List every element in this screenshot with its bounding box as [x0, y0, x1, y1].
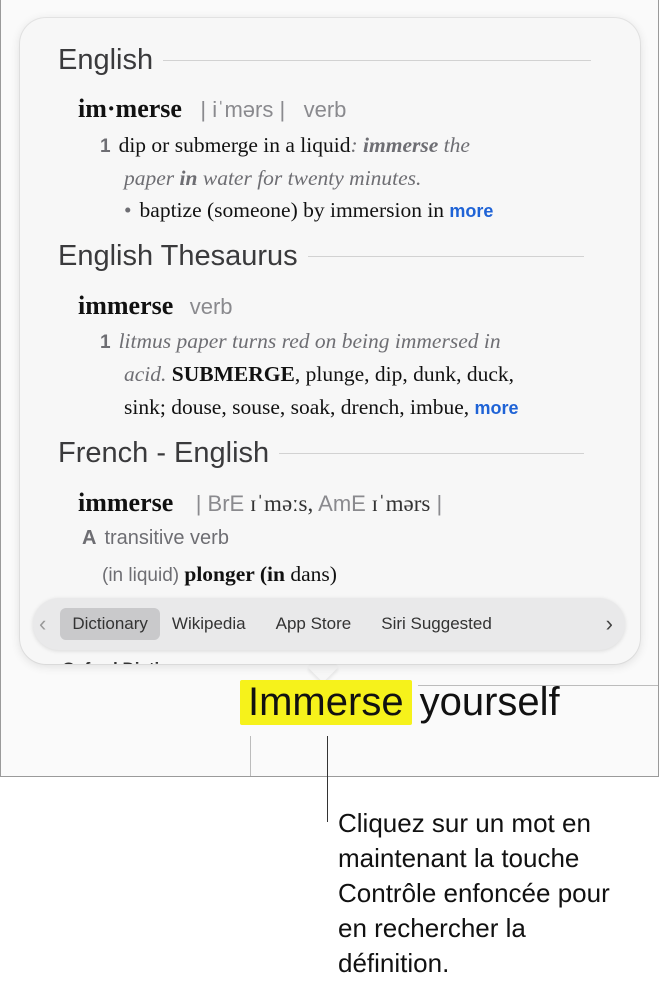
tab-wikipedia[interactable]: Wikipedia: [160, 608, 258, 640]
highlighted-word[interactable]: Immerse: [240, 680, 412, 725]
tab-app-store[interactable]: App Store: [264, 608, 364, 640]
subsense-definition: baptize (someone) by immersion in: [139, 198, 445, 222]
clipped-source-label: Oxford Dictionary: [62, 655, 206, 664]
more-link-thesaurus[interactable]: more: [475, 398, 519, 418]
french-translation: (in liquid) plonger (in dans): [102, 562, 337, 587]
divider: [307, 256, 584, 257]
sense-number: 1: [100, 136, 111, 157]
pronunciation-label: | BrE: [195, 491, 245, 516]
caption-text: Cliquez sur un mot en maintenant la touc…: [338, 808, 610, 978]
french-grammar-row: Atransitive verb: [82, 527, 229, 550]
synonyms: , plunge, dip, dunk, duck,: [294, 362, 515, 386]
text-cursor-guide: [250, 736, 251, 776]
grammar-letter: A: [82, 527, 97, 549]
translation: dans): [284, 562, 337, 586]
example-text: paper: [124, 166, 180, 190]
thesaurus-headword-row: immerse verb: [78, 291, 233, 321]
pronunciation-separator: |: [430, 491, 443, 516]
section-title-english: English: [58, 44, 592, 77]
section-title-french-label: French - English: [58, 437, 270, 469]
divider: [279, 453, 585, 454]
definition: dip or submerge in a liquid: [118, 133, 351, 157]
more-link-english[interactable]: more: [449, 201, 493, 221]
bullet: •: [124, 198, 132, 222]
section-title-thesaurus-label: English Thesaurus: [58, 240, 298, 272]
document-text: Immerse yourself: [240, 680, 560, 725]
part-of-speech: verb: [189, 294, 233, 319]
english-subsense: • baptize (someone) by immersion in more: [124, 198, 493, 223]
callout-line: [327, 736, 328, 822]
tab-dictionary[interactable]: Dictionary: [60, 608, 160, 640]
translation: plonger (: [184, 562, 267, 586]
pronunciation-bre: ɪˈməːs,: [244, 491, 314, 516]
pronunciation: | iˈmərs |: [200, 97, 286, 122]
section-title-english-label: English: [58, 44, 154, 76]
example-text: the: [438, 133, 470, 157]
thesaurus-synonyms-1: acid. SUBMERGE, plunge, dip, dunk, duck,: [124, 362, 514, 387]
lookup-popover: English im·merse | iˈmərs | verb 1 dip or…: [20, 18, 640, 664]
example-text: litmus paper turns red on being immersed…: [118, 329, 501, 353]
document-word[interactable]: yourself: [420, 680, 560, 725]
headword: im·merse: [78, 94, 182, 123]
english-headword-row: im·merse | iˈmərs | verb: [78, 94, 346, 124]
tab-siri-suggested[interactable]: Siri Suggested: [369, 608, 503, 640]
chevron-right-icon[interactable]: ›: [600, 611, 625, 637]
example-text: water for twenty minutes.: [197, 166, 422, 190]
thesaurus-sense-1: 1 litmus paper turns red on being immerse…: [100, 329, 501, 354]
headword: immerse: [78, 488, 174, 517]
english-sense-1: 1 dip or submerge in a liquid: immerse th…: [100, 133, 470, 158]
example-keyword: in: [179, 166, 198, 190]
gloss: (in liquid): [102, 565, 185, 586]
section-title-thesaurus: English Thesaurus: [58, 240, 584, 273]
translation-keyword: in: [267, 562, 285, 586]
example-colon: :: [350, 133, 364, 157]
callout-caption: Cliquez sur un mot en maintenant la touc…: [338, 806, 638, 981]
part-of-speech: transitive verb: [104, 527, 229, 549]
pronunciation-ame: ɪˈmərs: [365, 491, 431, 516]
chevron-left-icon[interactable]: ‹: [33, 611, 52, 637]
source-tab-bar: ‹ Dictionary Wikipedia App Store Siri Su…: [33, 598, 625, 650]
sense-number: 1: [100, 332, 111, 353]
divider: [163, 60, 592, 61]
example-text: acid.: [124, 362, 167, 386]
example-keyword: immerse: [363, 133, 439, 157]
headword: immerse: [78, 291, 174, 320]
synonyms: sink; douse, souse, soak, drench, imbue,: [124, 395, 475, 419]
english-example-cont: paper in water for twenty minutes.: [124, 166, 421, 191]
thesaurus-synonyms-2: sink; douse, souse, soak, drench, imbue,…: [124, 395, 519, 420]
pronunciation-label: AmE: [313, 491, 366, 516]
section-title-french: French - English: [58, 437, 585, 470]
synonym-keyword: SUBMERGE: [166, 362, 295, 386]
french-headword-row: immerse | BrE ɪˈməːs, AmE ɪˈmərs |: [78, 488, 442, 518]
part-of-speech: verb: [303, 97, 347, 122]
